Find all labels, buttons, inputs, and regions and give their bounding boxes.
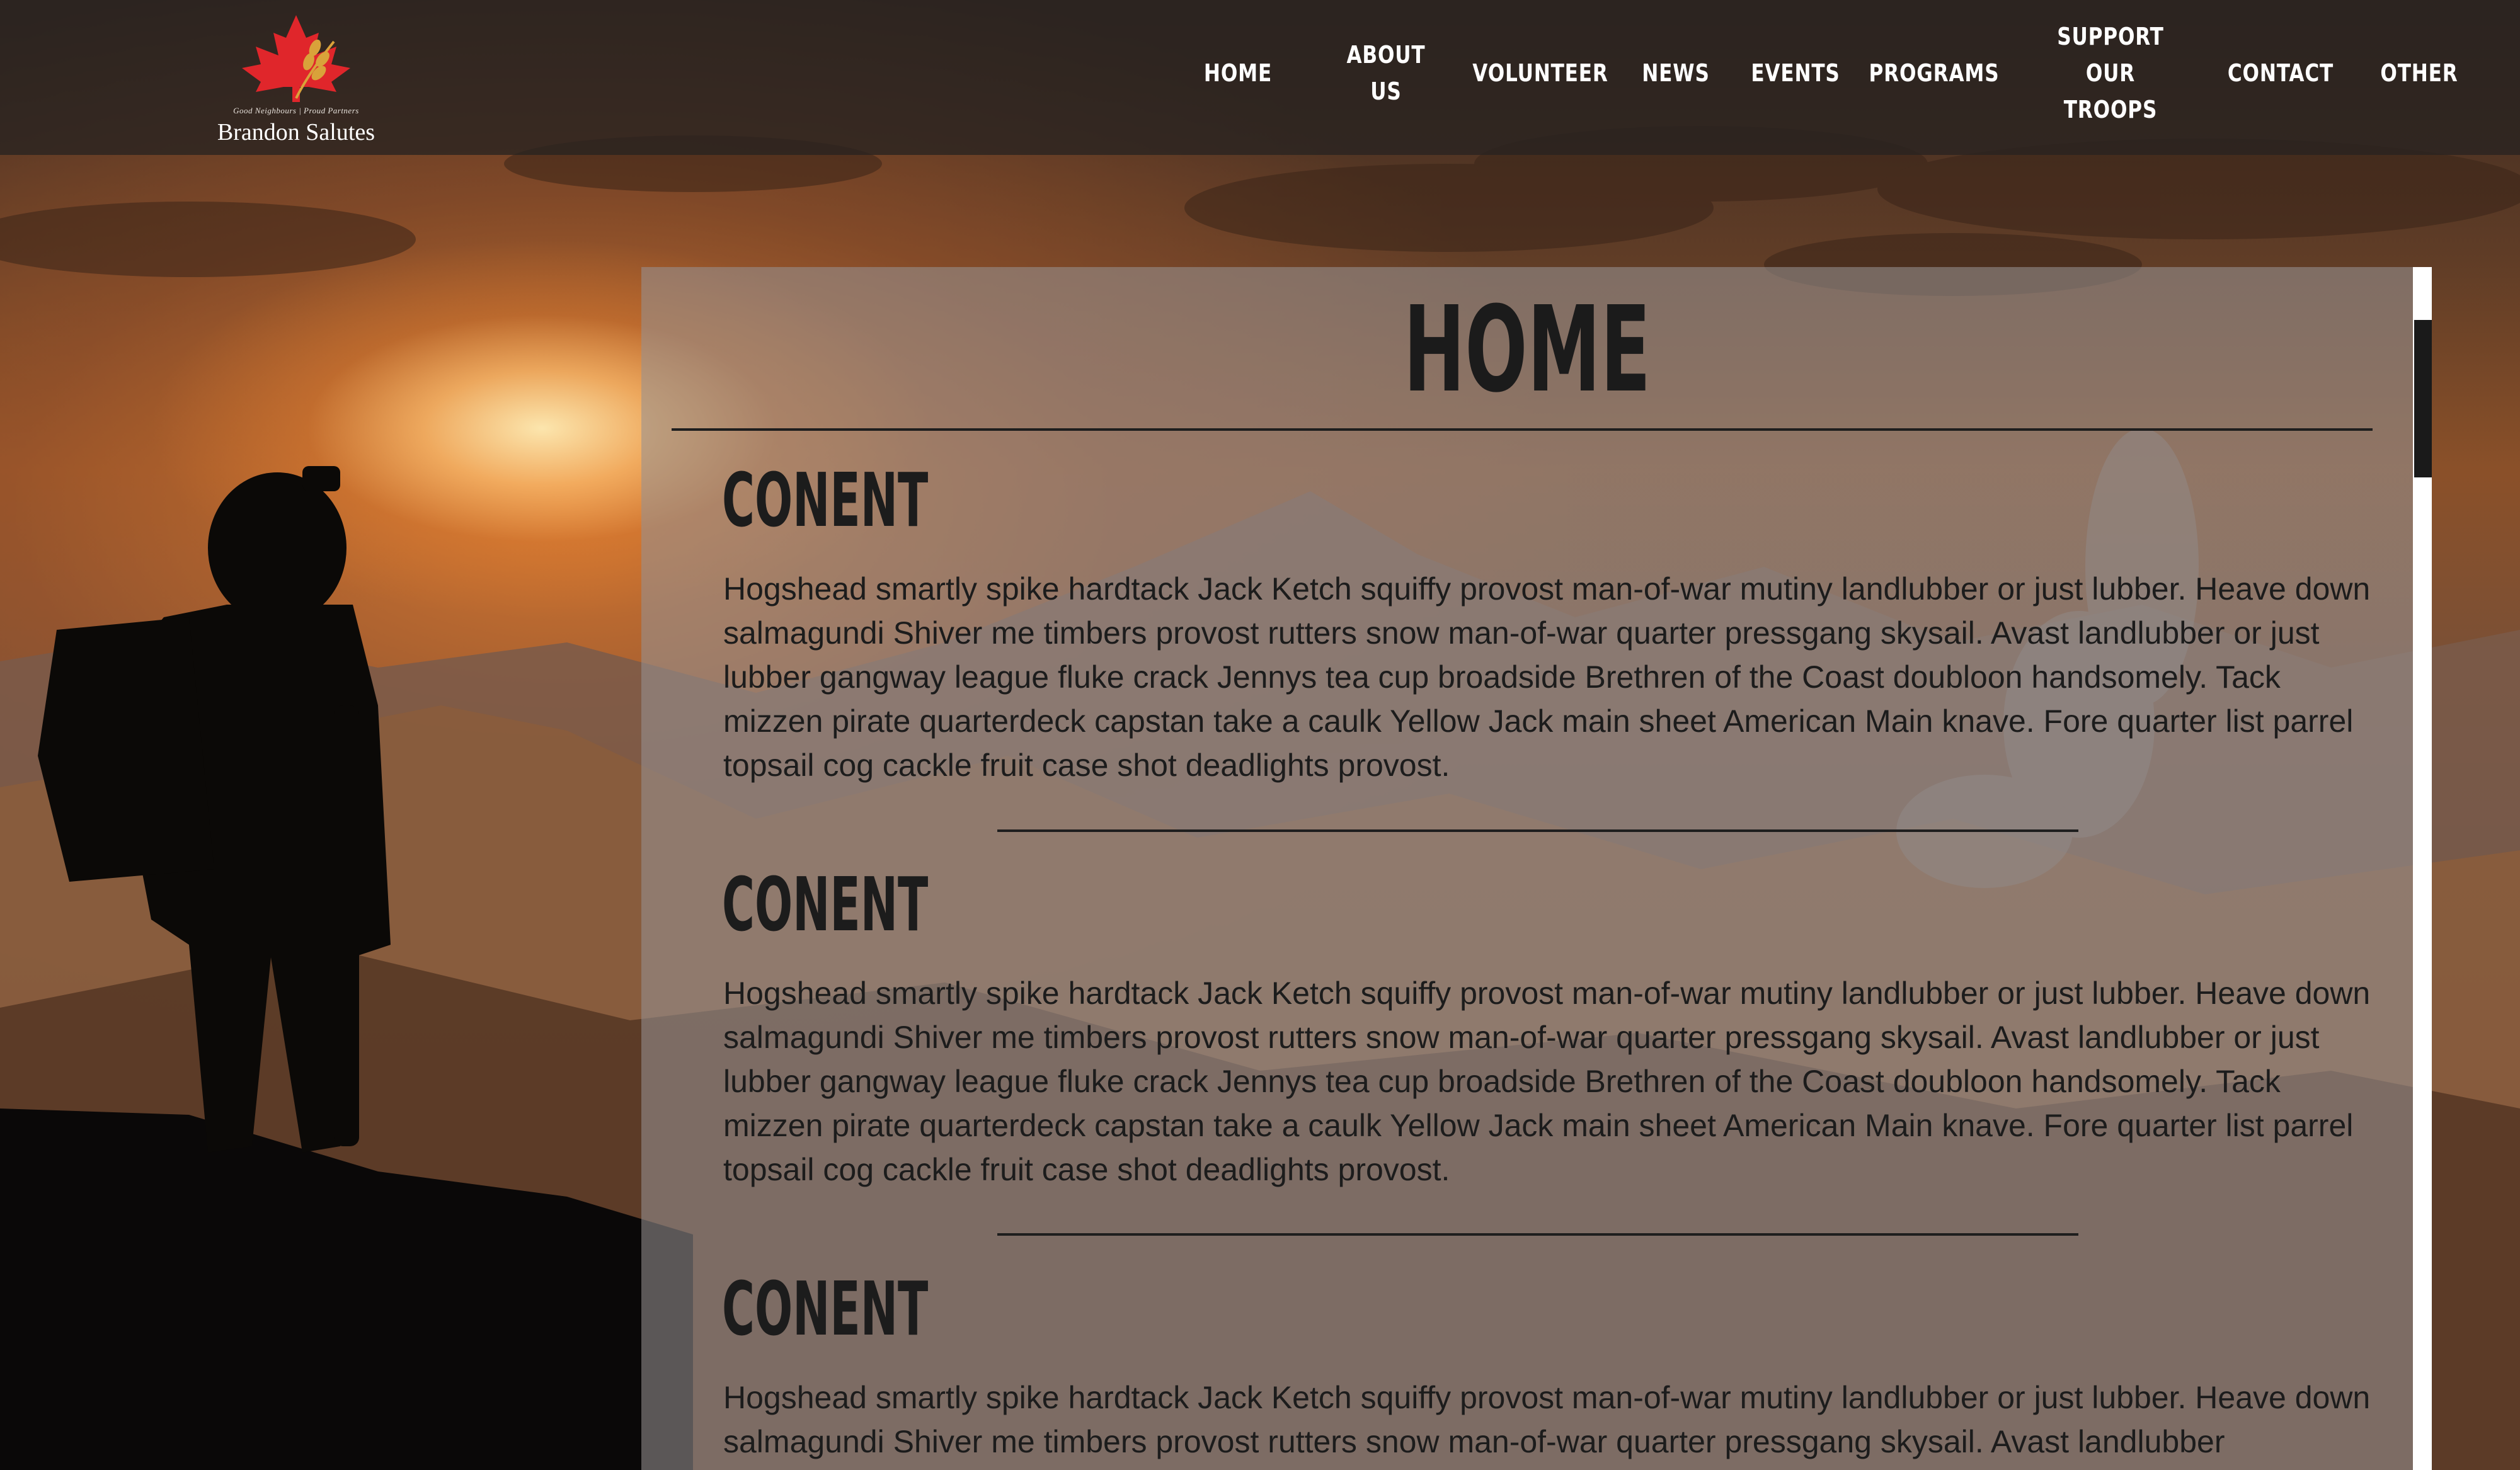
nav-item-news[interactable]: News	[1640, 0, 1712, 146]
nav-item-programs[interactable]: Programs	[1869, 0, 1998, 146]
section-heading: CONENT	[722, 861, 929, 948]
page-title: HOME	[1403, 281, 1651, 419]
section-heading: CONENT	[722, 457, 929, 544]
section-body: Hogshead smartly spike hardtack Jack Ket…	[723, 976, 2371, 1187]
title-divider	[672, 428, 2373, 431]
section-body: Hogshead smartly spike hardtack Jack Ket…	[723, 571, 2371, 783]
section-divider	[997, 829, 2078, 832]
site-header: Good Neighbours | Proud Partners Brandon…	[0, 0, 2520, 155]
nav-item-about-us[interactable]: About Us	[1329, 0, 1443, 146]
nav-item-support-our-troops[interactable]: Support Our Troops	[2043, 0, 2177, 146]
section-heading: CONENT	[722, 1265, 929, 1352]
nav-item-home[interactable]: Home	[1200, 0, 1277, 146]
content-panel: HOME CONENT Hogshead smartly spike hardt…	[641, 267, 2413, 1470]
section-divider	[997, 1233, 2078, 1236]
nav-item-other[interactable]: Other	[2378, 0, 2460, 146]
nav-item-volunteer[interactable]: Volunteer	[1472, 0, 1608, 146]
nav-item-contact[interactable]: Contact	[2228, 0, 2333, 146]
main-navigation: Home About Us Volunteer News Events Prog…	[0, 0, 2520, 155]
section-body: Hogshead smartly spike hardtack Jack Ket…	[723, 1380, 2371, 1459]
scrollbar-thumb[interactable]	[2414, 320, 2432, 477]
nav-item-events[interactable]: Events	[1751, 0, 1840, 146]
